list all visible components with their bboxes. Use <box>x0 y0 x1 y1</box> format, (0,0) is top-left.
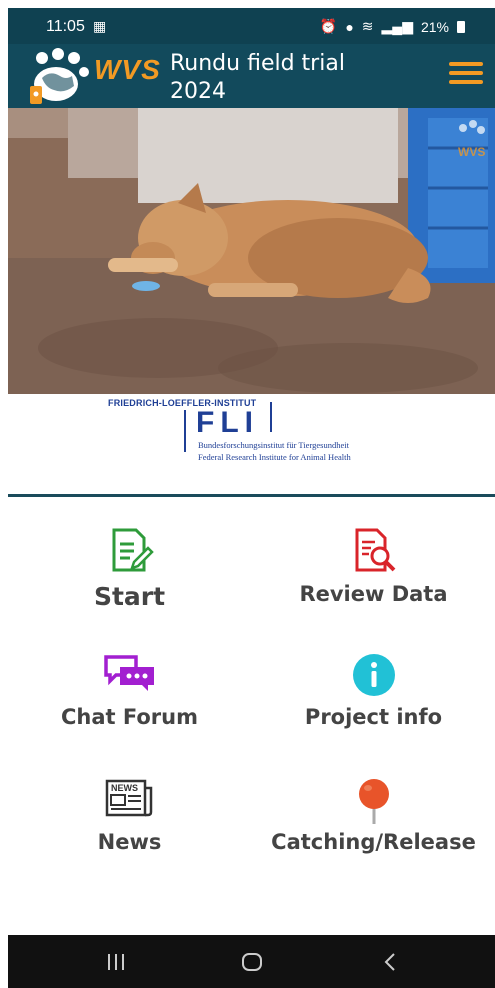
app-screen: 11:05 ▦ ⏰ ● ≋ ▂▄▆ 21% WVS Rundu field tr… <box>8 8 495 988</box>
menu-item-label: News <box>97 830 162 854</box>
home-button[interactable] <box>202 935 302 988</box>
document-search-icon <box>355 528 395 572</box>
battery-icon <box>457 20 465 33</box>
recents-button[interactable] <box>66 935 166 988</box>
fli-abbreviation: FLI <box>196 406 259 439</box>
menu-item-catching-release[interactable]: Catching/Release <box>252 778 495 878</box>
menu-item-label: Start <box>93 582 166 611</box>
section-divider <box>8 494 495 497</box>
menu-item-label: Chat Forum <box>61 705 198 729</box>
menu-item-label: Review Data <box>299 582 448 606</box>
menu-item-label: Catching/Release <box>271 830 476 854</box>
page-title: Rundu field trial 2024 <box>170 51 345 104</box>
app-header: WVS Rundu field trial 2024 <box>8 44 495 108</box>
fli-logo-bar <box>184 410 186 452</box>
sim-card-icon: ▦ <box>93 18 107 34</box>
info-icon <box>352 654 395 696</box>
dog-photo-illustration: WVS <box>8 108 495 394</box>
menu-item-review-data[interactable]: Review Data <box>252 518 495 618</box>
menu-item-start[interactable]: Start <box>8 518 251 618</box>
back-button[interactable] <box>340 935 440 988</box>
hero-dog-photo: WVS <box>8 108 495 394</box>
status-bar: 11:05 ▦ ⏰ ● ≋ ▂▄▆ 21% <box>8 8 495 44</box>
location-icon: ● <box>345 18 354 35</box>
wvs-logo-text: WVS <box>94 54 161 85</box>
battery-percent: 21% <box>420 18 449 35</box>
status-icons: ⏰ ● ≋ ▂▄▆ 21% <box>320 18 465 35</box>
signal-icon: ▂▄▆ <box>381 18 413 34</box>
document-edit-icon <box>112 528 154 572</box>
hamburger-menu-icon[interactable] <box>449 62 483 92</box>
menu-item-chat-forum[interactable]: Chat Forum <box>8 653 251 753</box>
menu-item-label: Project info <box>304 705 443 729</box>
system-nav-bar <box>8 935 495 988</box>
fli-subtitle-de: Bundesforschungsinstitut für Tiergesundh… <box>198 440 349 450</box>
fli-logo-bar <box>270 402 272 432</box>
back-icon <box>384 952 395 971</box>
wifi-icon: ≋ <box>361 18 374 34</box>
svg-text:NEWS: NEWS <box>111 783 138 793</box>
recents-icon <box>108 953 124 970</box>
newspaper-icon: NEWS <box>105 779 152 817</box>
menu-item-project-info[interactable]: Project info <box>252 653 495 753</box>
chat-bubbles-icon <box>103 655 154 691</box>
paw-globe-logo-icon <box>30 48 89 104</box>
menu-item-news[interactable]: NEWS News <box>8 778 251 878</box>
fli-subtitle-en: Federal Research Institute for Animal He… <box>198 452 351 462</box>
map-pin-icon <box>358 779 389 824</box>
alarm-icon: ⏰ <box>319 18 338 34</box>
fli-partner-logo: FRIEDRICH-LOEFFLER-INSTITUT FLI Bundesfo… <box>8 394 495 494</box>
watermark-text: WVS <box>458 145 485 159</box>
clock: 11:05 <box>46 18 85 35</box>
home-icon <box>242 952 262 971</box>
